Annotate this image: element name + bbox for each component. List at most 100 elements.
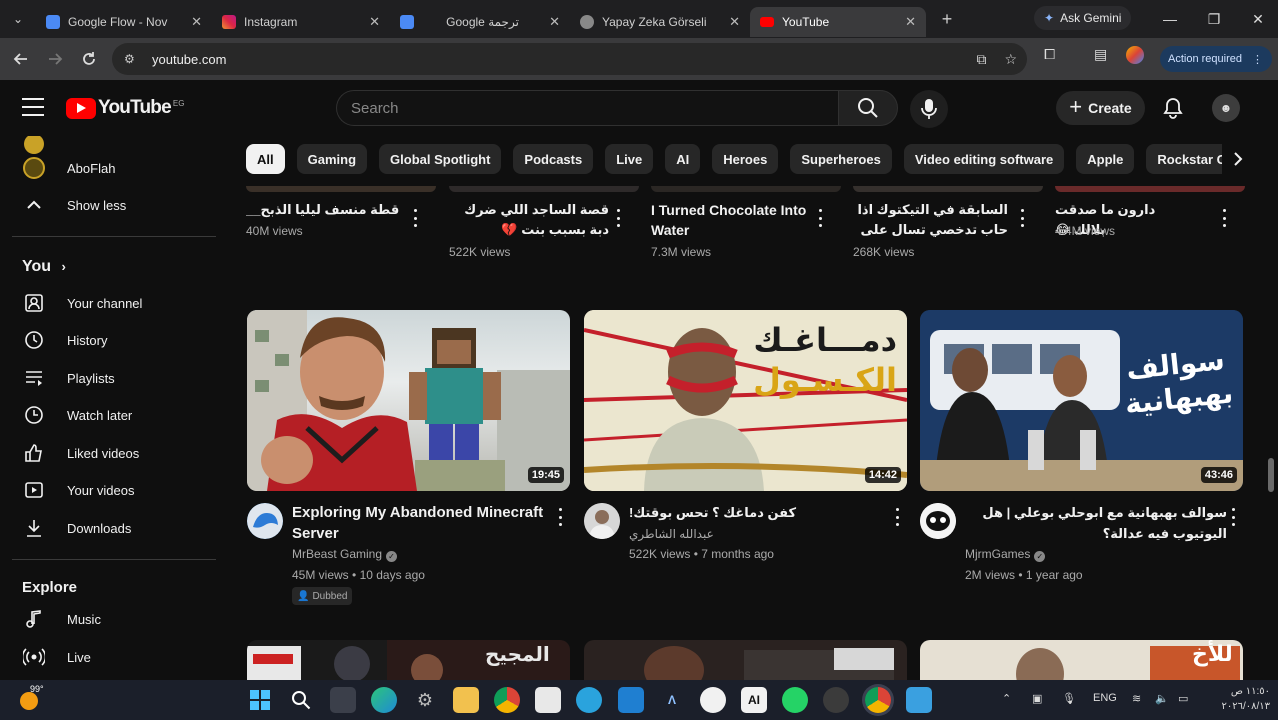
more-options-icon[interactable]: [894, 508, 900, 526]
minimize-button[interactable]: —: [1150, 0, 1190, 38]
chip-all[interactable]: All: [246, 144, 285, 174]
reload-button[interactable]: [72, 42, 106, 76]
sidebar-item-watch-later[interactable]: Watch later: [12, 397, 216, 433]
video-thumbnail[interactable]: سوالف بهبهانية 43:46: [920, 310, 1243, 491]
page-scrollbar[interactable]: [1264, 136, 1278, 680]
channel-name[interactable]: MrBeast Gaming ✓: [292, 547, 398, 562]
maximize-button[interactable]: ❐: [1194, 0, 1234, 38]
tray-overflow-icon[interactable]: ⌃: [1002, 692, 1011, 705]
chip-ai[interactable]: AI: [665, 144, 701, 174]
chip-heroes[interactable]: Heroes: [712, 144, 779, 174]
chrome-icon[interactable]: [494, 687, 520, 713]
notifications-button[interactable]: [1160, 94, 1186, 122]
tab-close-icon[interactable]: ✕: [549, 14, 560, 30]
short-title[interactable]: I Turned Chocolate Into Water: [651, 200, 811, 240]
chip-superheroes[interactable]: Superheroes: [790, 144, 892, 174]
task-view-icon[interactable]: [330, 687, 356, 713]
short-thumbnail[interactable]: [853, 186, 1043, 192]
tray-app-icon[interactable]: ▣: [1032, 692, 1042, 705]
battery-icon[interactable]: ▭: [1178, 692, 1188, 705]
video-thumbnail[interactable]: [584, 640, 907, 680]
more-options-icon[interactable]: [557, 508, 563, 526]
youtube-logo[interactable]: YouTube EG: [66, 97, 184, 119]
tab-close-icon[interactable]: ✕: [191, 14, 202, 30]
edge-browser-icon[interactable]: [371, 687, 397, 713]
store-icon[interactable]: [535, 687, 561, 713]
more-options-icon[interactable]: [1221, 209, 1227, 227]
tab-close-icon[interactable]: ✕: [729, 14, 740, 30]
sidebar-item-live[interactable]: Live: [12, 639, 216, 675]
start-windows-icon[interactable]: [247, 687, 273, 713]
video-thumbnail[interactable]: المجيح: [247, 640, 570, 680]
short-title[interactable]: السابقة في التيكتوك اذا حاب تدخصي تسال ع…: [853, 200, 1008, 240]
short-title[interactable]: قصة الساجد اللي ضرك دبة بسبب بنت 💔: [449, 200, 609, 240]
sidebar-item-playlists[interactable]: Playlists: [12, 360, 216, 396]
whatsapp-icon[interactable]: [782, 687, 808, 713]
short-thumbnail[interactable]: [651, 186, 841, 192]
settings-gear-icon[interactable]: ⚙: [412, 687, 438, 713]
volume-icon[interactable]: 🔈: [1155, 692, 1169, 705]
install-app-icon[interactable]: ⧉: [976, 51, 986, 68]
channel-name[interactable]: MjrmGames ✓: [965, 547, 1046, 562]
telegram-icon[interactable]: [576, 687, 602, 713]
ai-assistant-icon[interactable]: AI: [741, 687, 767, 713]
browser-tab-yapay-zeka[interactable]: Yapay Zeka Görseli ✕: [570, 7, 750, 37]
video-thumbnail[interactable]: دمـــاغـك الكـسـول 14:42: [584, 310, 907, 491]
short-thumbnail[interactable]: [246, 186, 436, 192]
extensions-icon[interactable]: ⧠: [1044, 46, 1055, 63]
tab-close-icon[interactable]: ✕: [905, 14, 916, 30]
video-title[interactable]: سوالف بهبهانية مع ابوحلي بوعلي | هل اليو…: [965, 502, 1227, 544]
tab-search-icon[interactable]: ⌄: [0, 0, 36, 38]
action-required-button[interactable]: Action required ⋮: [1160, 46, 1272, 72]
tab-close-icon[interactable]: ✕: [369, 14, 380, 30]
video-title[interactable]: Exploring My Abandoned Minecraft Server: [292, 502, 547, 544]
close-window-button[interactable]: ✕: [1238, 0, 1278, 38]
sidebar-item-show-less[interactable]: Show less: [12, 187, 216, 223]
sidebar-item-downloads[interactable]: Downloads: [12, 510, 216, 546]
forward-button[interactable]: [38, 42, 72, 76]
channel-avatar[interactable]: [584, 503, 620, 539]
github-icon[interactable]: [700, 687, 726, 713]
chip-global-spotlight[interactable]: Global Spotlight: [379, 144, 502, 174]
chrome-active-icon[interactable]: [865, 687, 891, 713]
channel-name[interactable]: عبدالله الشاطري: [629, 527, 714, 541]
short-thumbnail[interactable]: [449, 186, 639, 192]
video-thumbnail[interactable]: للأخ: [920, 640, 1243, 680]
wifi-icon[interactable]: ≋: [1132, 692, 1141, 705]
weather-widget[interactable]: 99°: [20, 684, 50, 712]
browser-tab-instagram[interactable]: Instagram ✕: [212, 7, 390, 37]
vscode-icon[interactable]: [618, 687, 644, 713]
video-title[interactable]: كفن دماغك ؟ تحس بوقتك!: [629, 502, 884, 523]
sidebar-item-aboflah[interactable]: AboFlah: [12, 150, 216, 186]
more-options-icon[interactable]: [817, 209, 823, 227]
chip-live[interactable]: Live: [605, 144, 654, 174]
sidebar-item-your-channel[interactable]: Your channel: [12, 285, 216, 321]
sidebar-item-your-videos[interactable]: Your videos: [12, 472, 216, 508]
profile-avatar-icon[interactable]: [1126, 46, 1144, 64]
chips-next-button[interactable]: [1222, 144, 1254, 174]
ask-gemini-button[interactable]: ✦ Ask Gemini: [1034, 6, 1132, 30]
sidebar-item-music[interactable]: Music: [12, 601, 216, 637]
browser-tab-google-flow[interactable]: Google Flow - Nov ✕: [36, 7, 212, 37]
taskbar-clock[interactable]: ١١:٥٠ ص ٢٠٢٦/٠٨/١٣: [1210, 684, 1270, 714]
photos-icon[interactable]: [906, 687, 932, 713]
chip-gaming[interactable]: Gaming: [296, 144, 368, 174]
voice-search-button[interactable]: [910, 90, 948, 128]
video-card[interactable]: 19:45 Exploring My Abandoned Minecraft S…: [247, 310, 570, 610]
language-indicator[interactable]: ENG: [1093, 692, 1117, 704]
search-button[interactable]: [838, 90, 898, 126]
short-title[interactable]: قطة منسف ليليا الذبح__: [246, 200, 406, 220]
video-card[interactable]: دمـــاغـك الكـسـول 14:42 كفن دماغك ؟ تحس…: [584, 310, 907, 610]
you-section-heading[interactable]: You ›: [22, 258, 66, 276]
chip-apple[interactable]: Apple: [1076, 144, 1135, 174]
sidebar-item-history[interactable]: History: [12, 322, 216, 358]
tray-mic-icon[interactable]: 🎙: [1062, 692, 1076, 705]
site-info-icon[interactable]: ⚙: [124, 52, 138, 66]
chip-video-editing-software[interactable]: Video editing software: [903, 144, 1065, 174]
channel-avatar[interactable]: [247, 503, 283, 539]
more-options-icon[interactable]: [615, 209, 621, 227]
short-thumbnail[interactable]: [1055, 186, 1245, 192]
taskbar-search-icon[interactable]: [288, 687, 314, 713]
back-button[interactable]: [4, 42, 38, 76]
obs-icon[interactable]: [823, 687, 849, 713]
